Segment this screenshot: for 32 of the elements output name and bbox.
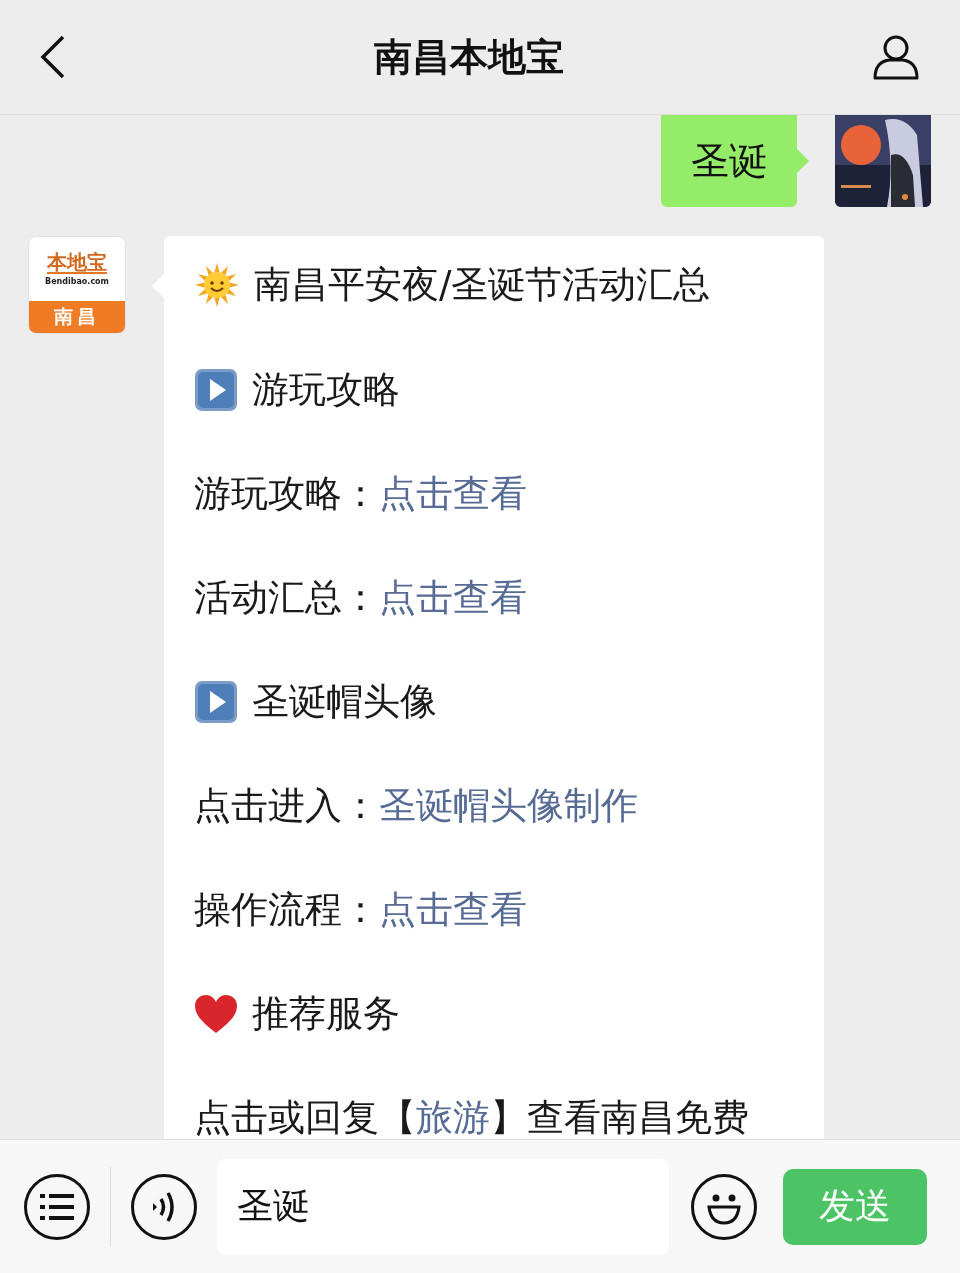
link[interactable]: 旅游	[416, 1096, 490, 1139]
sent-message: 圣诞	[661, 115, 797, 207]
item-label: 游玩攻略：	[194, 472, 379, 516]
chat-title: 南昌本地宝	[374, 33, 564, 81]
logo-name: 本地宝	[47, 252, 107, 274]
section-heading: 南昌平安夜/圣诞节活动汇总	[254, 263, 711, 307]
logo-city: 南昌	[29, 301, 125, 333]
play-icon	[194, 368, 238, 412]
bubble-tail	[797, 149, 809, 173]
item-label: 操作流程：	[194, 888, 379, 932]
section-heading: 推荐服务	[252, 992, 400, 1036]
link[interactable]: 圣诞帽头像制作	[379, 784, 638, 828]
section-heading: 游玩攻略	[252, 368, 400, 412]
message-input[interactable]: 圣诞	[217, 1158, 669, 1255]
heart-icon	[194, 994, 238, 1034]
list-icon	[40, 1193, 74, 1220]
section-heading: 圣诞帽头像	[252, 680, 437, 724]
message-sentence: 点击或回复【旅游】查看南昌免费	[194, 1096, 749, 1139]
sound-wave-icon	[151, 1189, 177, 1224]
link[interactable]: 点击查看	[379, 472, 527, 516]
link[interactable]: 点击查看	[379, 576, 527, 620]
item-label: 活动汇总：	[194, 576, 379, 620]
play-icon	[194, 680, 238, 724]
sun-icon	[194, 262, 240, 308]
voice-button[interactable]	[131, 1173, 197, 1240]
item-label: 点击进入：	[194, 784, 379, 828]
link[interactable]: 点击查看	[379, 888, 527, 932]
logo-site: Bendibao.com	[45, 277, 109, 286]
back-icon[interactable]	[40, 35, 66, 79]
person-icon[interactable]	[872, 34, 920, 80]
menu-button[interactable]	[24, 1173, 90, 1240]
emoji-button[interactable]	[691, 1173, 757, 1240]
